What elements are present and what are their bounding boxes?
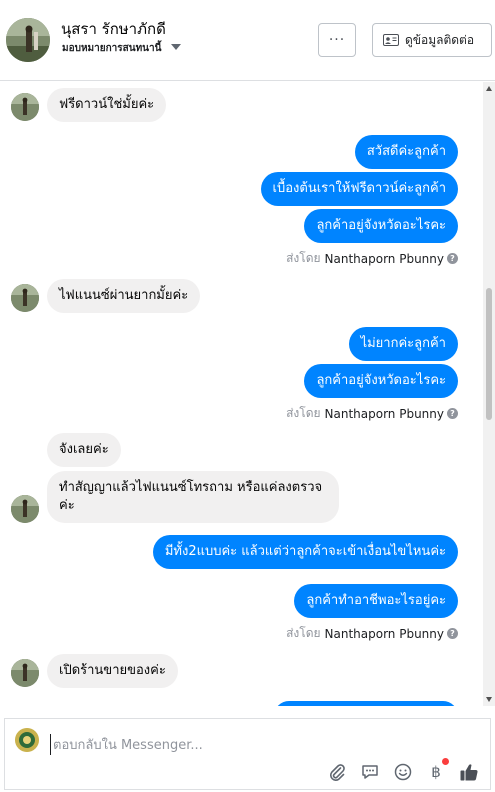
incoming-message: เปิดร้านขายของค่ะ — [47, 654, 178, 688]
view-contact-info-label: ดูข้อมูลติดต่อ — [405, 32, 475, 47]
sender-name[interactable]: Nanthaporn Pbunny — [325, 407, 444, 421]
sender-avatar — [11, 284, 39, 312]
outgoing-message: ไม่ยากค่ะลูกค้า — [348, 327, 458, 361]
sender-avatar — [11, 659, 39, 687]
sender-avatar — [11, 495, 39, 523]
like-icon[interactable] — [458, 761, 480, 783]
outgoing-message-partial — [274, 701, 458, 706]
outgoing-message: ลูกค้าอยู่จังหวัดอะไรคะ — [304, 209, 458, 243]
sent-by-label: ส่งโดย Nanthaporn Pbunny ? — [286, 404, 458, 423]
message-thread[interactable]: ฟรีดาวน์ใช่มั้ยค่ะ สวัสดีค่ะลูกค้า เบื้อ… — [0, 82, 483, 706]
thread-scrollbar[interactable] — [483, 82, 495, 706]
help-icon[interactable]: ? — [447, 628, 458, 639]
contact-avatar[interactable] — [6, 18, 50, 62]
help-icon[interactable]: ? — [447, 408, 458, 419]
baht-symbol: ฿ — [431, 763, 441, 781]
conversation-header: นุสรา รักษาภักดี มอบหมายการสนทนานี้ ··· … — [0, 0, 495, 81]
incoming-message: ทำสัญญาแล้วไฟแนนซ์โทรถาม หรือแค่ลงตรวจค่… — [47, 471, 339, 523]
sent-by-prefix: ส่งโดย — [286, 406, 321, 420]
help-icon[interactable]: ? — [447, 253, 458, 264]
incoming-message: จังเลยค่ะ — [47, 433, 121, 467]
incoming-message: ฟรีดาวน์ใช่มั้ยค่ะ — [47, 88, 167, 122]
baht-icon[interactable]: ฿ — [425, 758, 449, 783]
outgoing-message: เบื้องต้นเราให้ฟรีดาวน์ค่ะลูกค้า — [260, 172, 458, 206]
outgoing-message: มีทั้ง2แบบค่ะ แล้วแต่ว่าลูกค้าจะเข้าเงื่… — [152, 535, 458, 569]
scroll-down-arrow-icon[interactable] — [486, 697, 492, 702]
attach-icon[interactable] — [326, 761, 348, 783]
more-options-button[interactable]: ··· — [318, 23, 356, 57]
outgoing-message: สวัสดีค่ะลูกค้า — [354, 135, 458, 169]
scroll-up-arrow-icon[interactable] — [486, 86, 492, 91]
chevron-down-icon[interactable] — [171, 44, 181, 50]
chat-icon[interactable] — [359, 761, 381, 783]
composer-toolbar: ฿ — [315, 758, 480, 783]
sender-avatar — [11, 93, 39, 121]
assign-conversation-link[interactable]: มอบหมายการสนทนานี้ — [62, 41, 161, 56]
page-avatar — [15, 728, 39, 752]
contact-name[interactable]: นุสรา รักษาภักดี — [61, 17, 166, 41]
emoji-icon[interactable] — [392, 761, 414, 783]
notification-dot — [442, 758, 449, 765]
sent-by-prefix: ส่งโดย — [286, 251, 321, 265]
reply-input[interactable]: ตอบกลับใน Messenger... — [50, 734, 203, 755]
sender-name[interactable]: Nanthaporn Pbunny — [325, 627, 444, 641]
sender-name[interactable]: Nanthaporn Pbunny — [325, 252, 444, 266]
sent-by-label: ส่งโดย Nanthaporn Pbunny ? — [286, 624, 458, 643]
reply-composer: ตอบกลับใน Messenger... ฿ — [4, 718, 491, 790]
scroll-thumb[interactable] — [486, 288, 492, 420]
sent-by-prefix: ส่งโดย — [286, 626, 321, 640]
view-contact-info-button[interactable]: ดูข้อมูลติดต่อ — [372, 23, 492, 57]
incoming-message: ไฟแนนซ์ผ่านยากมั้ยค่ะ — [47, 279, 201, 313]
contact-card-icon — [383, 34, 399, 46]
outgoing-message: ลูกค้าอยู่จังหวัดอะไรคะ — [304, 364, 458, 398]
outgoing-message: ลูกค้าทำอาชีพอะไรอยู่คะ — [294, 584, 458, 618]
sent-by-label: ส่งโดย Nanthaporn Pbunny ? — [286, 249, 458, 268]
